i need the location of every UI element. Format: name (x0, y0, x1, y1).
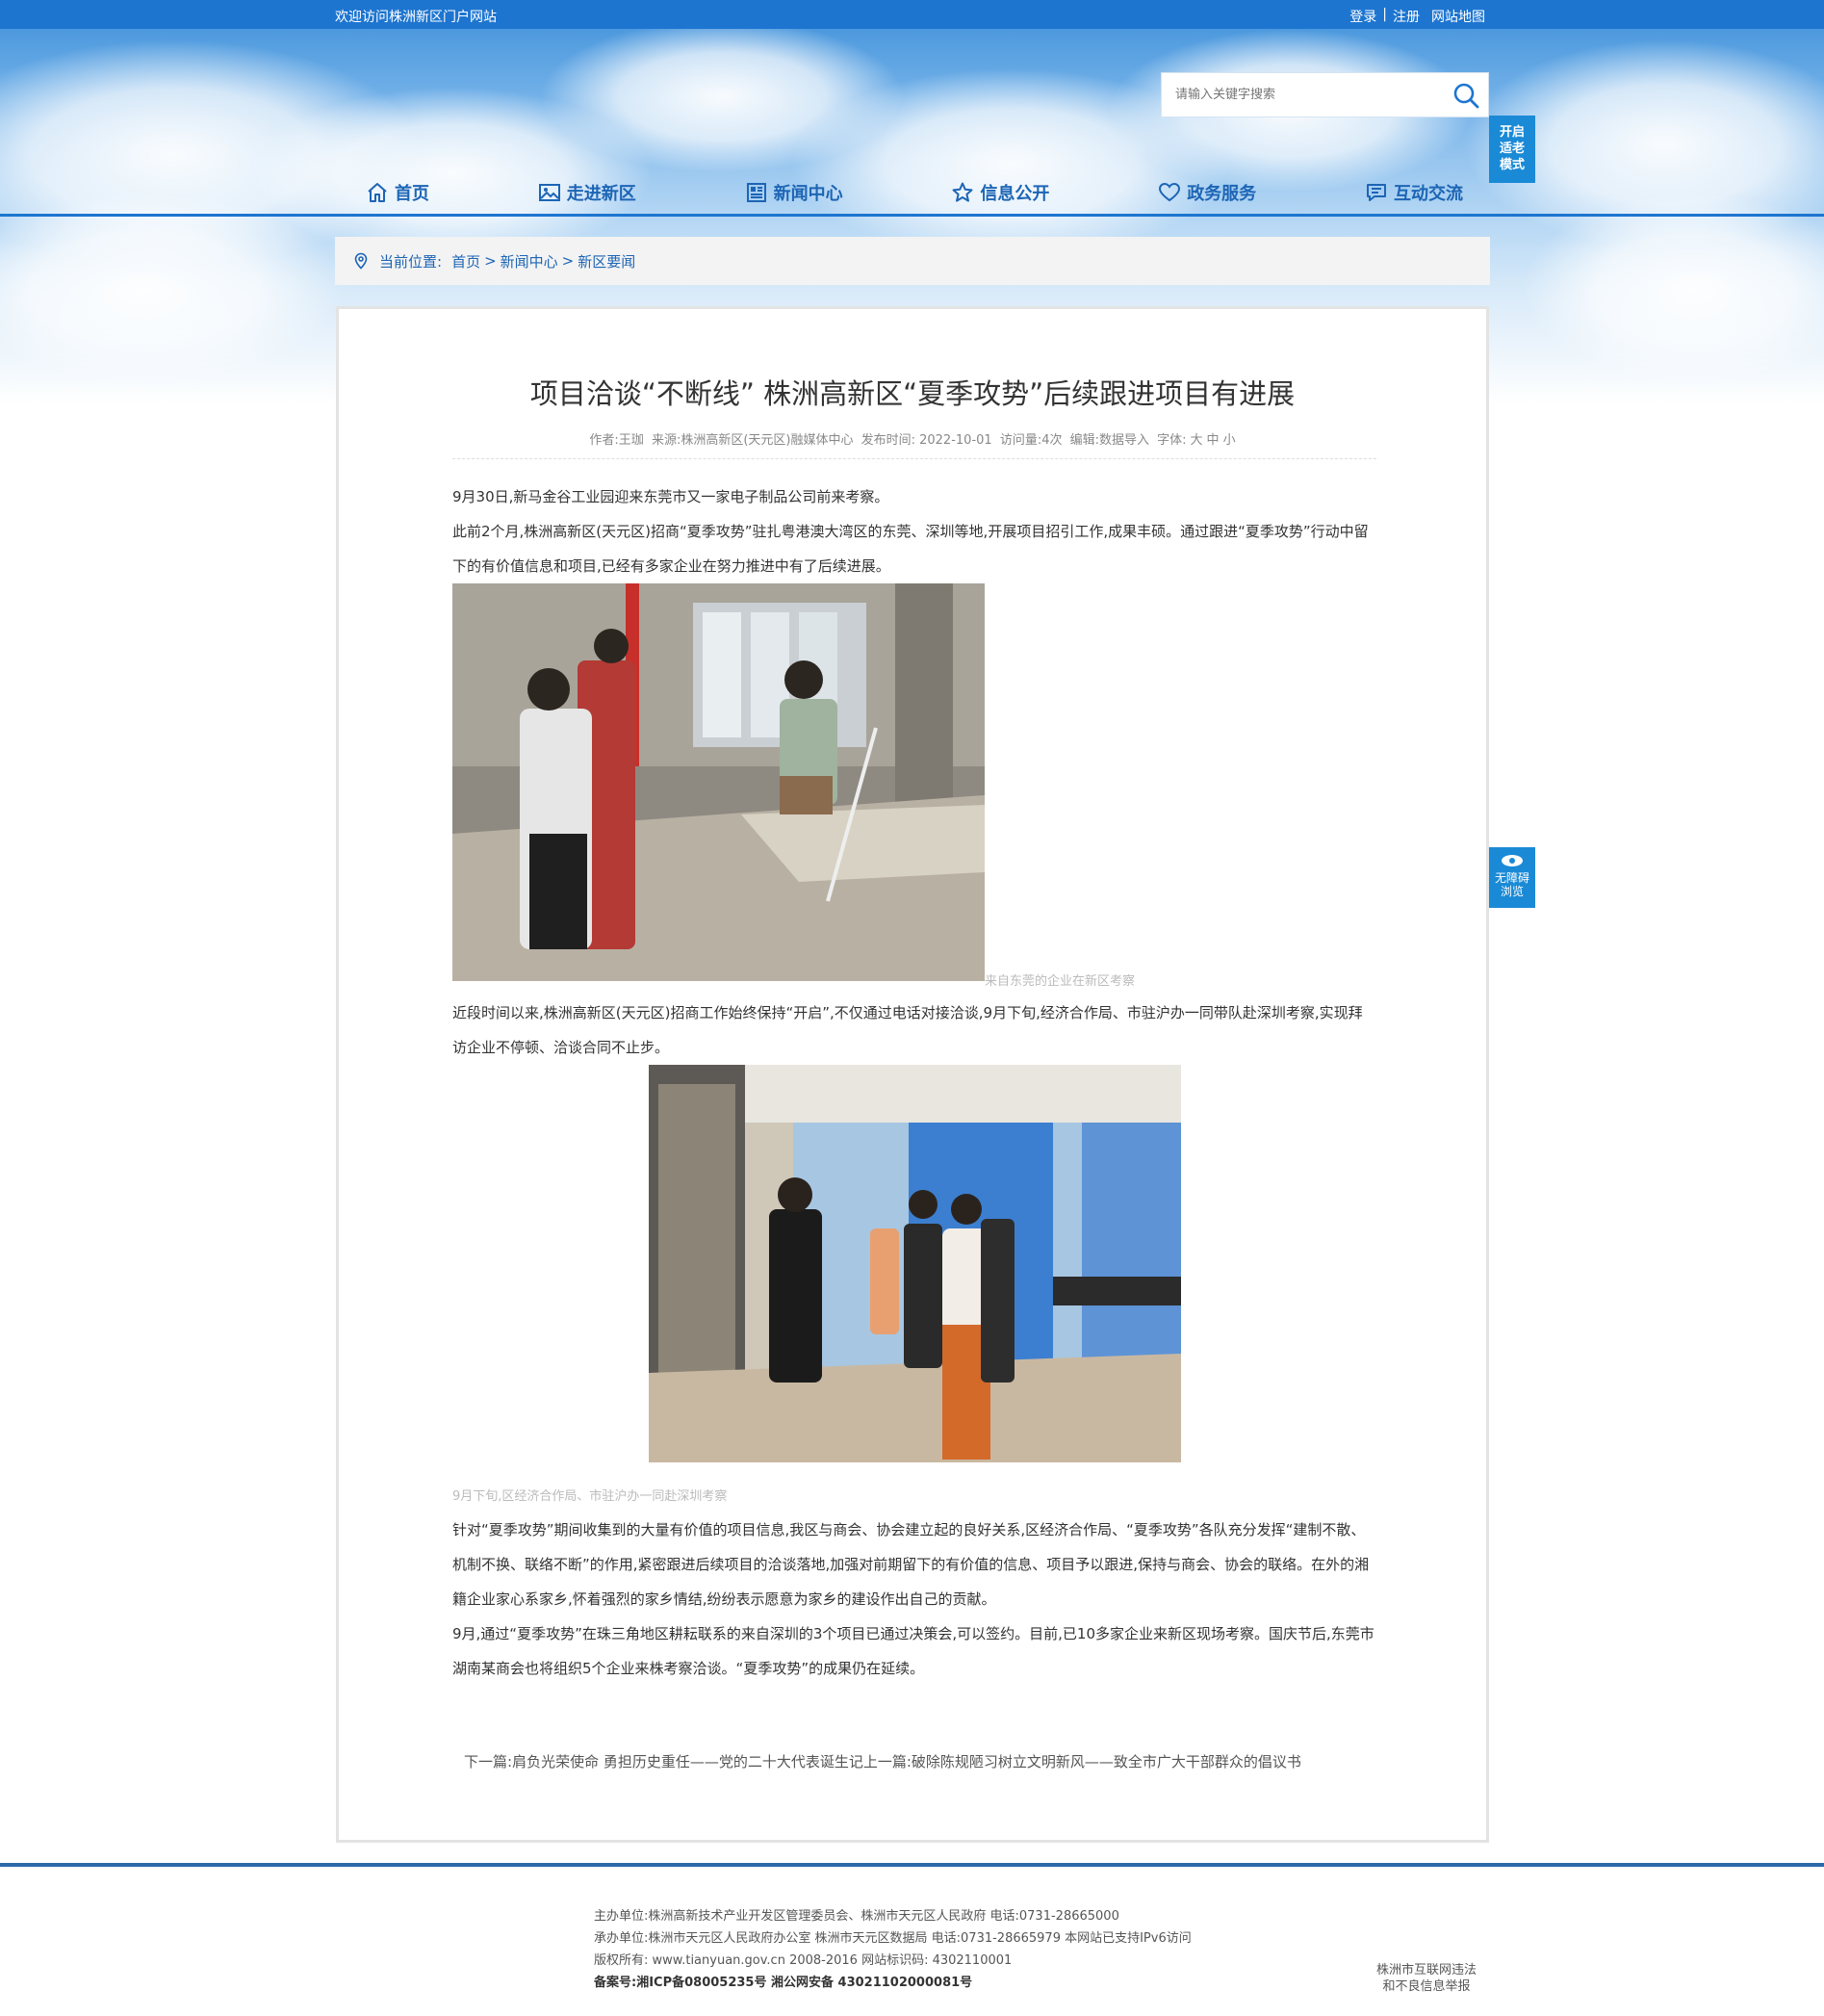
main-nav: 首页 走进新区 新闻中心 信息公开 政务服务 互动交流 (366, 176, 1463, 209)
prev-label: 上一篇: (862, 1753, 912, 1770)
nav-divider (0, 214, 1824, 217)
photo-1-image (452, 583, 985, 981)
meta-divider (452, 458, 1376, 459)
article-title: 项目洽谈“不断线” 株洲高新区“夏季攻势”后续跟进项目有进展 (529, 377, 1296, 410)
accessibility-line1: 无障碍 (1494, 871, 1529, 885)
nav-interact-label: 互动交流 (1393, 184, 1463, 204)
report-link[interactable]: 株洲市互联网违法 和不良信息举报 (1376, 1962, 1477, 1995)
paragraph: 针对“夏季攻势”期间收集到的大量有价值的项目信息,我区与商会、协会建立起的良好关… (452, 1521, 1370, 1608)
footer-copyright: 版权所有: www.tianyuan.gov.cn 2008-2016 网站标识… (594, 1953, 1013, 1968)
star-icon (952, 182, 973, 202)
register-link[interactable]: 注册 (1393, 7, 1420, 26)
nav-info[interactable]: 信息公开 (951, 180, 1049, 205)
font-small-button[interactable]: 小 (1223, 433, 1236, 448)
prev-article-link[interactable]: 破除陈规陋习树立文明新风——致全市广大干部群众的倡议书 (912, 1753, 1301, 1770)
elder-mode-line2: 适老 (1499, 142, 1525, 156)
meta-author: 作者:王珈 (589, 433, 644, 448)
nav-info-label: 信息公开 (980, 184, 1050, 204)
sitemap-link[interactable]: 网站地图 (1431, 7, 1485, 26)
article-photo-2 (649, 1065, 1181, 1462)
welcome-text: 欢迎访问株洲新区门户网站 (335, 10, 497, 25)
nav-interact[interactable]: 互动交流 (1365, 180, 1463, 205)
search-box (1161, 72, 1489, 117)
breadcrumb-current[interactable]: 新区要闻 (578, 251, 635, 271)
search-input[interactable] (1175, 73, 1435, 116)
next-article-link[interactable]: 肩负光荣使命 勇担历史重任——党的二十大代表诞生记 (512, 1753, 863, 1770)
meta-date: 发布时间: 2022-10-01 (861, 433, 992, 448)
meta-source: 来源:株洲高新区(天元区)融媒体中心 (651, 433, 854, 448)
meta-font-label: 字体: (1157, 433, 1187, 448)
nav-news-label: 新闻中心 (773, 184, 843, 204)
footer-host: 主办单位:株洲高新技术产业开发区管理委员会、株洲市天元区人民政府 电话:0731… (594, 1909, 1119, 1924)
top-bar: 欢迎访问株洲新区门户网站 登录 | 注册 网站地图 (0, 0, 1824, 29)
location-pin-icon (354, 252, 368, 270)
font-large-button[interactable]: 大 (1191, 433, 1203, 448)
nav-about-label: 走进新区 (566, 184, 636, 204)
elder-mode-line1: 开启 (1499, 125, 1525, 140)
photo-caption-1: 来自东莞的企业在新区考察 (985, 974, 1136, 989)
article-panel: 项目洽谈“不断线” 株洲高新区“夏季攻势”后续跟进项目有进展 作者:王珈 来源:… (336, 306, 1489, 1843)
footer-organizer: 承办单位:株洲市天元区人民政府办公室 株洲市天元区数据局 电话:0731-286… (594, 1931, 1192, 1946)
breadcrumb: 当前位置: 首页 > 新闻中心 > 新区要闻 (335, 237, 1490, 285)
nav-home[interactable]: 首页 (366, 180, 429, 205)
nav-service-label: 政务服务 (1187, 184, 1257, 204)
photo-2-image (649, 1065, 1181, 1462)
picture-icon (538, 184, 560, 201)
search-icon[interactable] (1451, 81, 1480, 110)
paragraph: 9月,通过“夏季攻势”在珠三角地区耕耘联系的来自深圳的3个项目已通过决策会,可以… (452, 1625, 1374, 1677)
next-label: 下一篇: (464, 1753, 513, 1770)
home-icon (368, 183, 387, 202)
breadcrumb-news[interactable]: 新闻中心 (501, 251, 558, 271)
report-line1: 株洲市互联网违法 (1376, 1963, 1477, 1977)
elder-mode-line3: 模式 (1499, 158, 1525, 172)
prev-next-links: 下一篇:肩负光荣使命 勇担历史重任——党的二十大代表诞生记上一篇:破除陈规陋习树… (464, 1751, 1301, 1771)
login-link[interactable]: 登录 (1349, 7, 1376, 26)
nav-news[interactable]: 新闻中心 (745, 180, 843, 205)
top-links-separator: | (1382, 7, 1387, 22)
paragraph: 此前2个月,株洲高新区(天元区)招商“夏季攻势”驻扎粤港澳大湾区的东莞、深圳等地… (452, 523, 1369, 575)
elder-mode-button[interactable]: 开启 适老 模式 (1489, 116, 1535, 183)
breadcrumb-label: 当前位置: (379, 252, 443, 271)
nav-home-label: 首页 (395, 184, 429, 204)
footer: 主办单位:株洲高新技术产业开发区管理委员会、株洲市天元区人民政府 电话:0731… (0, 1867, 1824, 2016)
meta-views: 访问量:4次 (999, 433, 1063, 448)
article-photo-1 (452, 583, 985, 981)
article-meta: 作者:王珈 来源:株洲高新区(天元区)融媒体中心 发布时间: 2022-10-0… (339, 429, 1486, 448)
eye-icon (1502, 855, 1523, 866)
nav-about[interactable]: 走进新区 (538, 180, 636, 205)
news-icon (746, 183, 766, 202)
breadcrumb-home[interactable]: 首页 (451, 251, 480, 271)
accessibility-line2: 浏览 (1500, 885, 1524, 898)
accessibility-button[interactable]: 无障碍 浏览 (1489, 847, 1535, 908)
chat-icon (1366, 184, 1386, 201)
meta-editor: 编辑:数据导入 (1069, 433, 1149, 448)
breadcrumb-sep: > (484, 252, 497, 270)
nav-service[interactable]: 政务服务 (1158, 180, 1256, 205)
heart-icon (1159, 182, 1181, 202)
report-line2: 和不良信息举报 (1382, 1979, 1471, 1994)
footer-record: 备案号:湘ICP备08005235号 湘公网安备 43021102000081号 (594, 1976, 973, 1990)
breadcrumb-sep: > (561, 252, 575, 270)
paragraph: 9月30日,新马金谷工业园迎来东莞市又一家电子制品公司前来考察。 (452, 488, 889, 505)
paragraph: 近段时间以来,株洲高新区(天元区)招商工作始终保持“开启”,不仅通过电话对接洽谈… (452, 1004, 1363, 1056)
font-medium-button[interactable]: 中 (1207, 433, 1220, 448)
top-links: 登录 | 注册 网站地图 (1349, 7, 1485, 26)
photo-caption-2: 9月下旬,区经济合作局、市驻沪办一同赴深圳考察 (452, 1489, 728, 1504)
